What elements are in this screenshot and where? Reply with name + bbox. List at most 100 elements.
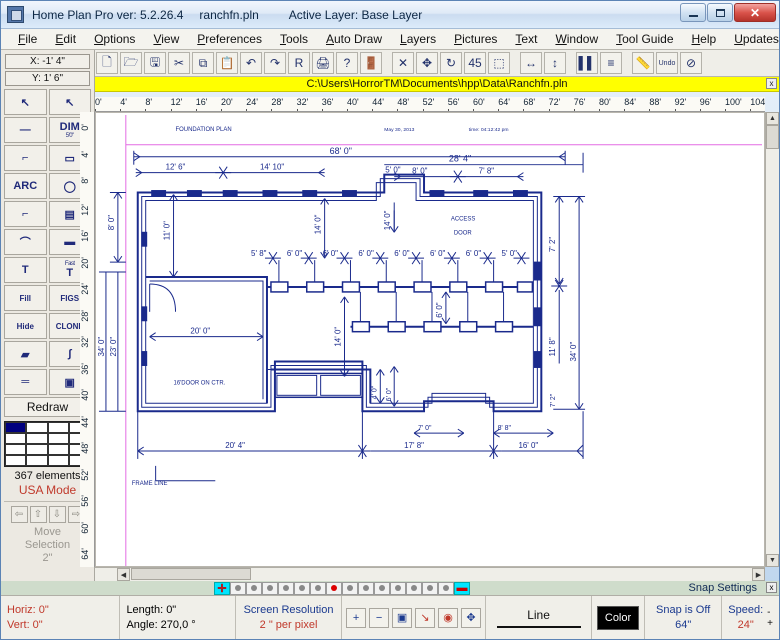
zoom-region-icon[interactable]: ◉ bbox=[438, 607, 459, 628]
zoom-dot[interactable] bbox=[342, 581, 358, 595]
rotate-button[interactable]: ↻ bbox=[440, 52, 462, 74]
close-button[interactable]: ✕ bbox=[734, 3, 776, 22]
columns-button[interactable]: ▌▌ bbox=[576, 52, 598, 74]
menu-item-pictures[interactable]: Pictures bbox=[445, 30, 506, 48]
snap-settings-button[interactable]: Snap Settings bbox=[684, 582, 761, 594]
pan-hand-icon[interactable]: ✥ bbox=[461, 607, 482, 628]
undo-zero-button[interactable]: Undo bbox=[656, 52, 678, 74]
line-tool[interactable]: — bbox=[4, 117, 47, 143]
speed-increase-button[interactable]: + bbox=[767, 618, 773, 629]
nudge-left-button[interactable]: ⇦ bbox=[10, 506, 28, 523]
exit-button[interactable]: 🚪 bbox=[360, 52, 382, 74]
nudge-up-button[interactable]: ⇧ bbox=[29, 506, 47, 523]
zoom-decrease-button[interactable]: ▬ bbox=[454, 581, 470, 595]
select-arrow-tool[interactable]: ↖ bbox=[4, 89, 47, 115]
redo-button[interactable]: ↷ bbox=[264, 52, 286, 74]
palette-swatch[interactable] bbox=[26, 444, 48, 455]
zoom-dot[interactable] bbox=[294, 581, 310, 595]
menu-item-tools[interactable]: Tools bbox=[271, 30, 317, 48]
zoom-dot[interactable] bbox=[438, 581, 454, 595]
fit-to-window-icon[interactable]: ▣ bbox=[392, 607, 413, 628]
maximize-button[interactable] bbox=[707, 3, 733, 22]
mirror-horizontal-button[interactable]: ↔ bbox=[520, 52, 542, 74]
cancel-button[interactable]: ⊘ bbox=[680, 52, 702, 74]
zoom-dot[interactable] bbox=[374, 581, 390, 595]
floor-plan-drawing[interactable]: FOUNDATION PLAN May 30, 2013 time: 04:12… bbox=[96, 113, 764, 567]
mirror-vertical-button[interactable]: ↕ bbox=[544, 52, 566, 74]
zoom-in-icon[interactable]: + bbox=[346, 607, 367, 628]
menu-item-help[interactable]: Help bbox=[683, 30, 726, 48]
menu-item-tool-guide[interactable]: Tool Guide bbox=[607, 30, 682, 48]
rotate-45-button[interactable]: 45 bbox=[464, 52, 486, 74]
palette-swatch[interactable] bbox=[5, 455, 27, 466]
scroll-up-button[interactable]: ▲ bbox=[766, 112, 779, 125]
horizontal-scrollbar[interactable]: ◀ ▶ bbox=[95, 567, 765, 581]
ruler-button[interactable]: ≡ bbox=[600, 52, 622, 74]
nudge-down-button[interactable]: ⇩ bbox=[48, 506, 66, 523]
cut-button[interactable]: ✂ bbox=[168, 52, 190, 74]
palette-swatch[interactable] bbox=[26, 422, 48, 433]
print-button[interactable]: 🖨 bbox=[312, 52, 334, 74]
zoom-out-icon[interactable]: − bbox=[369, 607, 390, 628]
delete-button[interactable]: ✕ bbox=[392, 52, 414, 74]
palette-swatch[interactable] bbox=[5, 444, 27, 455]
palette-swatch[interactable] bbox=[47, 444, 69, 455]
palette-swatch[interactable] bbox=[47, 455, 69, 466]
zoom-dot[interactable] bbox=[278, 581, 294, 595]
menu-item-auto-draw[interactable]: Auto Draw bbox=[317, 30, 391, 48]
zoom-dot[interactable] bbox=[310, 581, 326, 595]
help-button[interactable]: ? bbox=[336, 52, 358, 74]
scroll-down-button[interactable]: ▼ bbox=[766, 554, 779, 567]
measure-button[interactable]: 📏 bbox=[632, 52, 654, 74]
dot-bar-close-icon[interactable]: x bbox=[766, 582, 777, 593]
vertical-scrollbar[interactable]: ▲ ▼ bbox=[765, 112, 779, 567]
fill-tool[interactable]: Fill bbox=[4, 285, 47, 311]
scroll-right-button[interactable]: ▶ bbox=[752, 568, 765, 581]
palette-swatch[interactable] bbox=[5, 433, 27, 444]
scroll-left-button[interactable]: ◀ bbox=[117, 568, 130, 581]
zoom-dot[interactable] bbox=[230, 581, 246, 595]
palette-swatch[interactable] bbox=[47, 422, 69, 433]
pointer-select-icon[interactable]: ↘ bbox=[415, 607, 436, 628]
menu-item-edit[interactable]: Edit bbox=[46, 30, 85, 48]
palette-swatch[interactable] bbox=[47, 433, 69, 444]
minimize-button[interactable] bbox=[680, 3, 706, 22]
zoom-increase-button[interactable]: ✛ bbox=[214, 581, 230, 595]
horizontal-scroll-thumb[interactable] bbox=[131, 568, 251, 580]
speed-decrease-button[interactable]: - bbox=[767, 607, 773, 618]
zoom-dot[interactable] bbox=[358, 581, 374, 595]
new-file-button[interactable]: 🗋 bbox=[96, 52, 118, 74]
menu-item-text[interactable]: Text bbox=[506, 30, 546, 48]
vertical-scroll-thumb[interactable] bbox=[766, 125, 779, 149]
drawing-canvas[interactable]: FOUNDATION PLAN May 30, 2013 time: 04:12… bbox=[95, 112, 765, 567]
polyline-tool[interactable]: ⌐ bbox=[4, 145, 47, 171]
wall-tool[interactable]: ⌐ bbox=[4, 201, 47, 227]
menu-item-view[interactable]: View bbox=[144, 30, 188, 48]
color-button[interactable]: Color bbox=[597, 605, 640, 630]
menu-item-options[interactable]: Options bbox=[85, 30, 144, 48]
zoom-dot[interactable] bbox=[262, 581, 278, 595]
move-button[interactable]: ✥ bbox=[416, 52, 438, 74]
menu-item-layers[interactable]: Layers bbox=[391, 30, 445, 48]
roof-tool[interactable]: ⌒ bbox=[4, 229, 47, 255]
zoom-dot[interactable] bbox=[422, 581, 438, 595]
select-region-button[interactable]: ⬚ bbox=[488, 52, 510, 74]
zoom-dot[interactable] bbox=[326, 581, 342, 595]
line-style-selector[interactable]: Line bbox=[486, 596, 593, 639]
save-file-button[interactable]: 🖫 bbox=[144, 52, 166, 74]
zoom-dot[interactable] bbox=[246, 581, 262, 595]
paste-button[interactable]: 📋 bbox=[216, 52, 238, 74]
print-preview-button[interactable]: R bbox=[288, 52, 310, 74]
palette-swatch[interactable] bbox=[26, 455, 48, 466]
arc-tool[interactable]: ARC bbox=[4, 173, 47, 199]
zoom-dot[interactable] bbox=[390, 581, 406, 595]
menu-item-file[interactable]: File bbox=[9, 30, 46, 48]
palette-swatch[interactable] bbox=[26, 433, 48, 444]
double-line-tool[interactable]: ═ bbox=[4, 369, 47, 395]
zoom-dot[interactable] bbox=[406, 581, 422, 595]
color-selector[interactable]: Color bbox=[592, 596, 646, 639]
menu-item-updates[interactable]: Updates bbox=[725, 30, 780, 48]
path-bar-close-icon[interactable]: x bbox=[766, 78, 777, 89]
undo-button[interactable]: ↶ bbox=[240, 52, 262, 74]
copy-button[interactable]: ⧉ bbox=[192, 52, 214, 74]
